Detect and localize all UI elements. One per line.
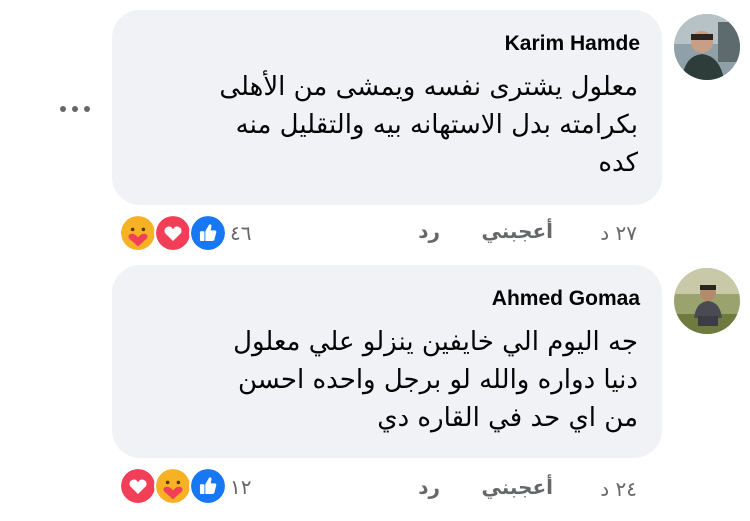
comment-text-line: جه اليوم الي خايفين ينزلو علي معلول — [233, 327, 638, 357]
comment-text-line: من اي حد في القاره دي — [377, 403, 638, 433]
comment-author[interactable]: Karim Hamde — [505, 32, 640, 56]
avatar-karim-hamde[interactable] — [674, 14, 740, 80]
avatar-ahmed-gomaa[interactable] — [674, 268, 740, 334]
reply-button[interactable]: رد — [418, 475, 440, 499]
profile-photo — [674, 14, 740, 80]
comment-timestamp[interactable]: ٢٧ د — [600, 221, 637, 245]
care-icon — [154, 467, 192, 505]
comment-text-line: دنيا دواره والله لو برجل واحده احسن — [237, 365, 638, 395]
like-button[interactable]: أعجبني — [482, 219, 554, 243]
comment-bubble: Ahmed Gomaa جه اليوم الي خايفين ينزلو عل… — [112, 265, 662, 458]
care-icon — [119, 214, 157, 252]
comment-timestamp[interactable]: ٢٤ د — [600, 477, 637, 501]
comment-author[interactable]: Ahmed Gomaa — [492, 287, 640, 311]
profile-photo — [674, 268, 740, 334]
like-icon — [189, 467, 227, 505]
comment-text-line: معلول يشترى نفسه ويمشى من الأهلى — [219, 72, 638, 102]
like-button[interactable]: أعجبني — [482, 475, 554, 499]
comment-text-line: كده — [598, 148, 638, 178]
reaction-count: ١٢ — [230, 475, 252, 499]
comment-bubble: Karim Hamde معلول يشترى نفسه ويمشى من ال… — [112, 10, 662, 205]
reply-button[interactable]: رد — [418, 219, 440, 243]
reaction-count: ٤٦ — [230, 221, 252, 245]
more-options-icon[interactable] — [55, 102, 95, 116]
love-icon — [119, 467, 157, 505]
love-icon — [154, 214, 192, 252]
like-icon — [189, 214, 227, 252]
comment-text-line: بكرامته بدل الاستهانه بيه والتقليل منه — [235, 110, 638, 140]
